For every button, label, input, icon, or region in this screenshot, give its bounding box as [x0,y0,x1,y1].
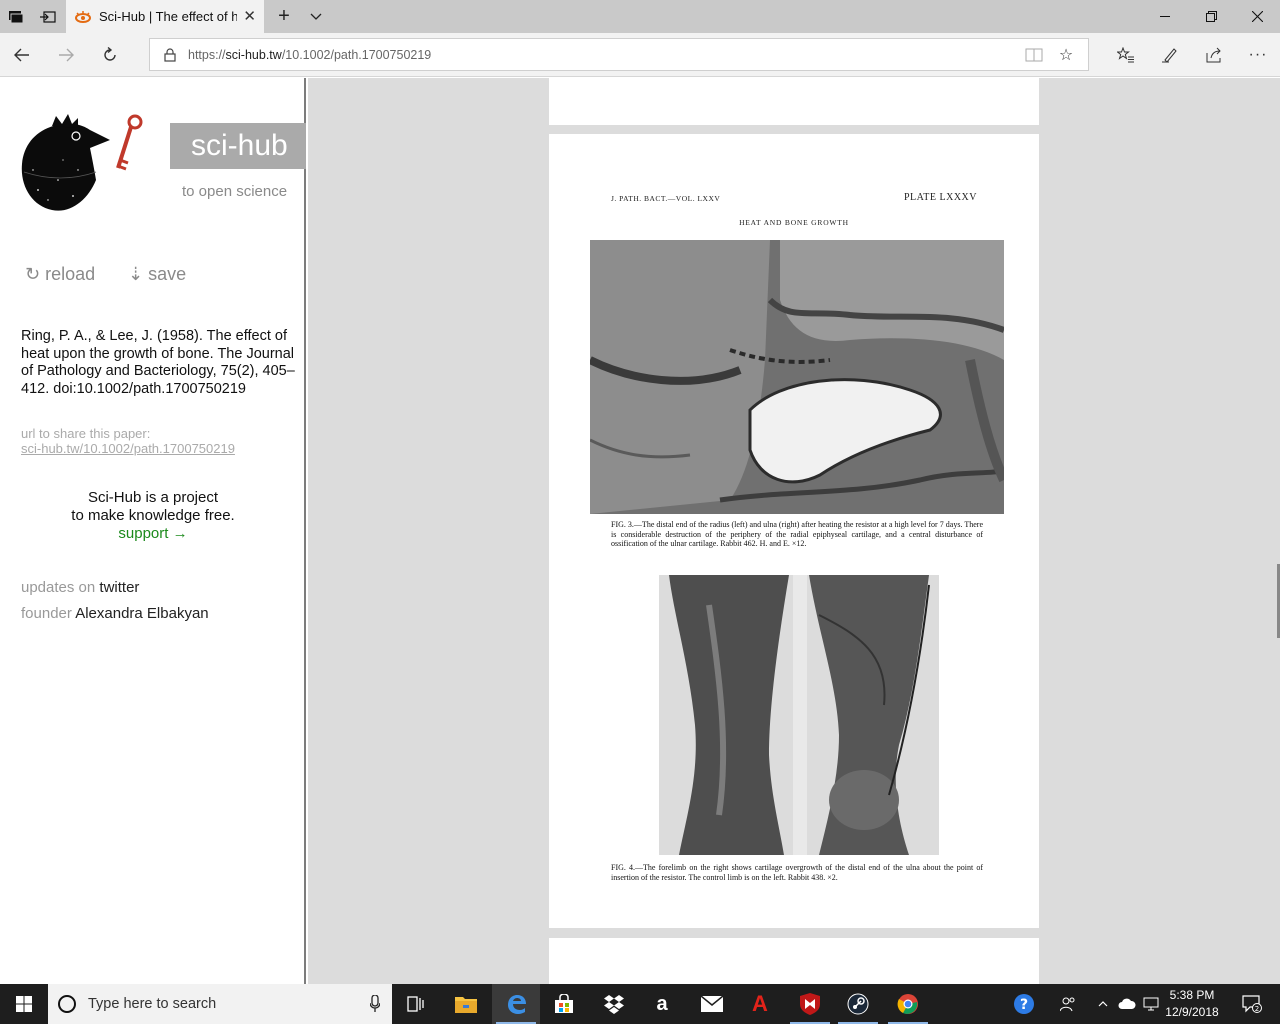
windows-taskbar: Type here to search a A ? 5:38 PM 12/9/2… [0,984,1280,1024]
onedrive-cloud-icon[interactable] [1116,984,1138,1024]
pdf-page-previous [549,78,1039,125]
running-title: HEAT AND BONE GROWTH [739,218,849,227]
favorite-star-icon[interactable]: ☆ [1056,46,1076,64]
forward-icon[interactable] [44,33,88,77]
taskbar-search-box[interactable]: Type here to search [48,984,392,1024]
reload-button[interactable]: ↻ reload [25,264,95,285]
refresh-icon[interactable] [88,33,132,77]
svg-text:?: ? [1020,997,1028,1013]
back-icon[interactable] [0,33,44,77]
search-placeholder: Type here to search [88,996,217,1012]
chrome-icon[interactable] [884,984,932,1024]
web-note-pen-icon[interactable] [1148,33,1192,77]
project-line-2: to make knowledge free. [71,507,235,524]
project-statement: Sci-Hub is a project to make knowledge f… [0,489,306,543]
plate-number: PLATE LXXXV [904,192,977,203]
support-link[interactable]: support → [0,525,306,543]
share-icon[interactable] [1192,33,1236,77]
updates-line: updates on twitter [21,579,139,596]
reading-view-icon[interactable] [1024,46,1044,64]
favorites-hub-icon[interactable] [1104,33,1148,77]
tab-list-chevron-icon[interactable] [300,0,332,33]
edge-browser-icon[interactable] [492,984,540,1024]
url-text[interactable]: https://sci-hub.tw/10.1002/path.17007502… [188,48,431,62]
notification-count: 2 [1255,1005,1259,1013]
tagline: to open science [182,183,288,200]
scihub-sidebar: sci-hub to open science ↻ reload ⇣ save … [0,78,306,984]
start-button-windows-icon[interactable] [0,984,48,1024]
action-center-icon[interactable]: 2 [1232,984,1272,1024]
twitter-link[interactable]: twitter [99,579,139,596]
founder-label: founder [21,605,72,622]
dropbox-icon[interactable] [590,984,638,1024]
help-icon[interactable]: ? [1010,984,1038,1024]
navigation-bar: https://sci-hub.tw/10.1002/path.17007502… [0,33,1280,77]
mail-icon[interactable] [688,984,736,1024]
restore-icon[interactable] [1188,0,1234,33]
scihub-brand[interactable]: sci-hub [170,123,306,169]
address-bar[interactable]: https://sci-hub.tw/10.1002/path.17007502… [149,38,1089,71]
new-tab-icon[interactable]: + [268,0,300,33]
network-icon[interactable] [1140,984,1162,1024]
microphone-icon[interactable] [370,995,380,1013]
share-url-link[interactable]: sci-hub.tw/10.1002/path.1700750219 [21,441,235,456]
minimize-icon[interactable] [1142,0,1188,33]
more-options-icon[interactable]: ··· [1236,33,1280,77]
pdf-page: J. PATH. BACT.—VOL. LXXV PLATE LXXXV HEA… [549,134,1039,928]
set-tabs-aside-icon[interactable] [32,0,64,33]
clock-date: 12/9/2018 [1165,1005,1219,1019]
updates-label: updates on [21,579,96,596]
tab-scihub[interactable]: Sci-Hub | The effect of h ✕ [66,0,264,33]
close-tab-icon[interactable]: ✕ [243,7,256,25]
scihub-raven-logo-icon[interactable] [18,110,146,214]
figure-4-caption: FIG. 4.—The forelimb on the right shows … [611,863,983,882]
microsoft-store-icon[interactable] [540,984,588,1024]
share-url-label: url to share this paper: [21,426,151,441]
figure-3-caption: FIG. 3.—The distal end of the radius (le… [611,520,983,549]
founder-link[interactable]: Alexandra Elbakyan [75,605,208,622]
tab-menu-icon[interactable] [0,0,32,33]
cortana-icon [58,995,76,1013]
project-line-1: Sci-Hub is a project [87,489,219,506]
title-bar: Sci-Hub | The effect of h ✕ + [0,0,1280,33]
system-clock[interactable]: 5:38 PM 12/9/2018 [1160,987,1224,1021]
file-explorer-icon[interactable] [442,984,490,1024]
pdf-page-next [549,938,1039,984]
figure-4-photo [659,575,939,855]
citation-text: Ring, P. A., & Lee, J. (1958). The effec… [21,328,295,397]
mcafee-icon[interactable] [786,984,834,1024]
close-window-icon[interactable] [1234,0,1280,33]
acrobat-icon[interactable]: A [736,984,784,1024]
people-icon[interactable] [1056,984,1080,1024]
lock-icon [164,47,178,62]
scihub-favicon-icon [74,10,92,24]
tab-title: Sci-Hub | The effect of h [99,9,237,24]
steam-icon[interactable] [834,984,882,1024]
save-button[interactable]: ⇣ save [128,264,186,285]
amazon-icon[interactable]: a [638,984,686,1024]
founder-line: founder Alexandra Elbakyan [21,605,209,622]
show-hidden-icons-chevron-icon[interactable] [1094,984,1112,1024]
clock-time: 5:38 PM [1169,988,1215,1002]
journal-header: J. PATH. BACT.—VOL. LXXV [611,194,721,203]
pdf-viewer[interactable]: J. PATH. BACT.—VOL. LXXV PLATE LXXXV HEA… [308,78,1280,984]
figure-3-micrograph [590,240,1004,514]
task-view-icon[interactable] [392,984,440,1024]
